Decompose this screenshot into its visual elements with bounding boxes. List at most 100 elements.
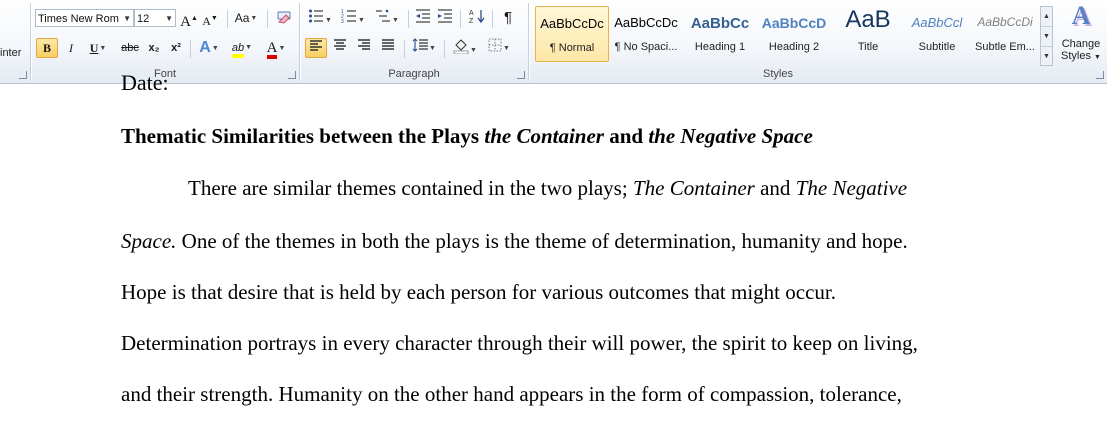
clear-formatting-button[interactable]: [274, 8, 294, 28]
style-preview: AaBbCcDc: [614, 15, 678, 30]
style-name: ¶ Normal: [549, 42, 595, 54]
grow-font-button[interactable]: A▲: [180, 8, 198, 30]
align-right-icon: [358, 39, 370, 50]
paragraph-line-2: Space. One of the themes in both the pla…: [121, 229, 908, 253]
font-color-icon: A: [266, 41, 278, 59]
show-formatting-button[interactable]: ¶: [498, 8, 518, 28]
svg-text:A: A: [469, 10, 474, 17]
font-size-value: 12: [137, 13, 150, 25]
shading-button[interactable]: ▼: [450, 38, 480, 58]
document-title: Thematic Similarities between the Plays …: [121, 124, 813, 148]
bullets-button[interactable]: ▼: [306, 8, 334, 28]
align-right-button[interactable]: [353, 38, 375, 58]
date-line: Date:: [121, 70, 169, 95]
sort-button[interactable]: AZ: [466, 8, 488, 28]
style-item-no-spaci[interactable]: AaBbCcDc ¶ No Spaci...: [609, 6, 683, 62]
style-item-heading[interactable]: AaBbCcD Heading 2: [757, 6, 831, 62]
style-item-normal[interactable]: AaBbCcDc ¶ Normal: [535, 6, 609, 62]
subscript-button[interactable]: x₂: [144, 38, 164, 58]
italic-button[interactable]: I: [61, 38, 81, 58]
line-spacing-button[interactable]: ▼: [409, 38, 439, 58]
paint-bucket-icon: [453, 39, 469, 55]
decrease-indent-button[interactable]: [413, 8, 433, 28]
paragraph-line-3: Hope is that desire that is held by each…: [121, 280, 836, 304]
change-case-button[interactable]: Aa▼: [232, 8, 260, 28]
svg-text:3: 3: [341, 19, 344, 24]
document-page[interactable]: Date: Thematic Similarities between the …: [0, 70, 1107, 425]
clipboard-dialog-launcher-icon[interactable]: [19, 71, 27, 79]
highlight-button[interactable]: ab▼: [227, 38, 257, 58]
eraser-icon: [277, 11, 291, 24]
svg-text:Z: Z: [469, 18, 474, 24]
strikethrough-button[interactable]: abc: [117, 38, 143, 58]
increase-indent-icon: [438, 9, 452, 23]
change-styles-button[interactable]: A Change Styles ▼: [1056, 2, 1106, 68]
paragraph-line-5: and their strength. Humanity on the othe…: [121, 382, 902, 406]
font-name-combo[interactable]: Times New Rom ▼: [35, 9, 134, 27]
decrease-indent-icon: [416, 9, 430, 23]
multilevel-list-icon: [376, 9, 391, 22]
align-center-button[interactable]: [329, 38, 351, 58]
justify-button[interactable]: [377, 38, 399, 58]
sort-icon: AZ: [469, 10, 485, 25]
style-preview: AaBbCcDc: [540, 16, 604, 31]
numbering-icon: 123: [341, 9, 357, 25]
line-spacing-icon: [412, 38, 429, 52]
style-preview: AaBbCcD: [761, 15, 827, 31]
gallery-more-icon[interactable]: ▼: [1041, 47, 1052, 66]
style-item-heading[interactable]: AaBbCc Heading 1: [683, 6, 757, 62]
style-name: Heading 2: [768, 41, 820, 53]
superscript-button[interactable]: x²: [166, 38, 186, 58]
align-center-icon: [334, 39, 346, 50]
style-name: Subtle Em...: [975, 41, 1035, 53]
change-styles-label-1: Change: [1061, 38, 1101, 50]
increase-indent-button[interactable]: [435, 8, 455, 28]
text-effects-icon: A: [199, 39, 211, 56]
bullets-icon: [309, 9, 324, 23]
paragraph-dialog-launcher-icon[interactable]: [517, 71, 525, 79]
gallery-scroll-down-icon[interactable]: ▼: [1041, 27, 1052, 47]
text-effects-button[interactable]: A▼: [195, 38, 223, 58]
font-dialog-launcher-icon[interactable]: [288, 71, 296, 79]
paragraph-group: ▼ 1 2 3 ▼ ▼ AZ ¶ ▼ ▼ ▼ Paragraph: [300, 0, 528, 83]
paragraph-line-1: There are similar themes contained in th…: [188, 176, 908, 200]
style-preview: AaB: [845, 6, 891, 33]
style-preview: AaBbCc: [690, 15, 750, 32]
shrink-font-button[interactable]: A▼: [201, 8, 219, 28]
style-item-subtle-em[interactable]: AaBbCcDi Subtle Em...: [971, 6, 1039, 62]
numbering-button[interactable]: 1 2 3 ▼: [338, 8, 368, 28]
change-styles-label-2: Styles ▼: [1061, 50, 1101, 62]
clipboard-group: inter: [0, 0, 30, 83]
highlighter-icon: ab: [231, 42, 245, 58]
style-name: Subtitle: [918, 41, 956, 53]
style-preview: AaBbCcDi: [977, 15, 1033, 29]
style-name: ¶ No Spaci...: [614, 41, 678, 53]
gallery-scroll-up-icon[interactable]: ▲: [1041, 7, 1052, 27]
bold-button[interactable]: B: [36, 38, 58, 58]
underline-button[interactable]: U▼: [84, 38, 112, 58]
styles-group: AaBbCcDc ¶ Normal AaBbCcDc ¶ No Spaci... AaB…: [529, 0, 1107, 83]
format-painter-button[interactable]: inter: [0, 47, 21, 59]
style-preview: AaBbCcl: [911, 15, 963, 30]
chevron-down-icon[interactable]: ▼: [123, 10, 131, 26]
align-left-button[interactable]: [305, 38, 327, 58]
paragraph-line-4: Determination portrays in every characte…: [121, 331, 918, 355]
chevron-down-icon[interactable]: ▼: [165, 10, 173, 26]
style-name: Title: [857, 41, 879, 53]
style-name: Heading 1: [694, 41, 746, 53]
styles-dialog-launcher-icon[interactable]: [1096, 71, 1104, 79]
font-color-button[interactable]: A▼: [261, 38, 291, 59]
styles-group-label: Styles: [763, 68, 793, 80]
font-size-combo[interactable]: 12 ▼: [134, 9, 176, 27]
justify-icon: [382, 39, 394, 50]
change-styles-icon: A: [1071, 1, 1091, 30]
align-left-icon: [310, 40, 322, 51]
paragraph-group-label: Paragraph: [388, 68, 440, 80]
style-item-title[interactable]: AaB Title: [831, 6, 905, 62]
borders-button[interactable]: ▼: [484, 38, 514, 58]
borders-icon: [488, 38, 502, 52]
multilevel-list-button[interactable]: ▼: [372, 8, 402, 28]
style-item-subtitle[interactable]: AaBbCcl Subtitle: [903, 6, 971, 62]
styles-gallery-scroll[interactable]: ▲ ▼ ▼: [1040, 6, 1053, 66]
font-name-value: Times New Rom: [38, 13, 119, 25]
